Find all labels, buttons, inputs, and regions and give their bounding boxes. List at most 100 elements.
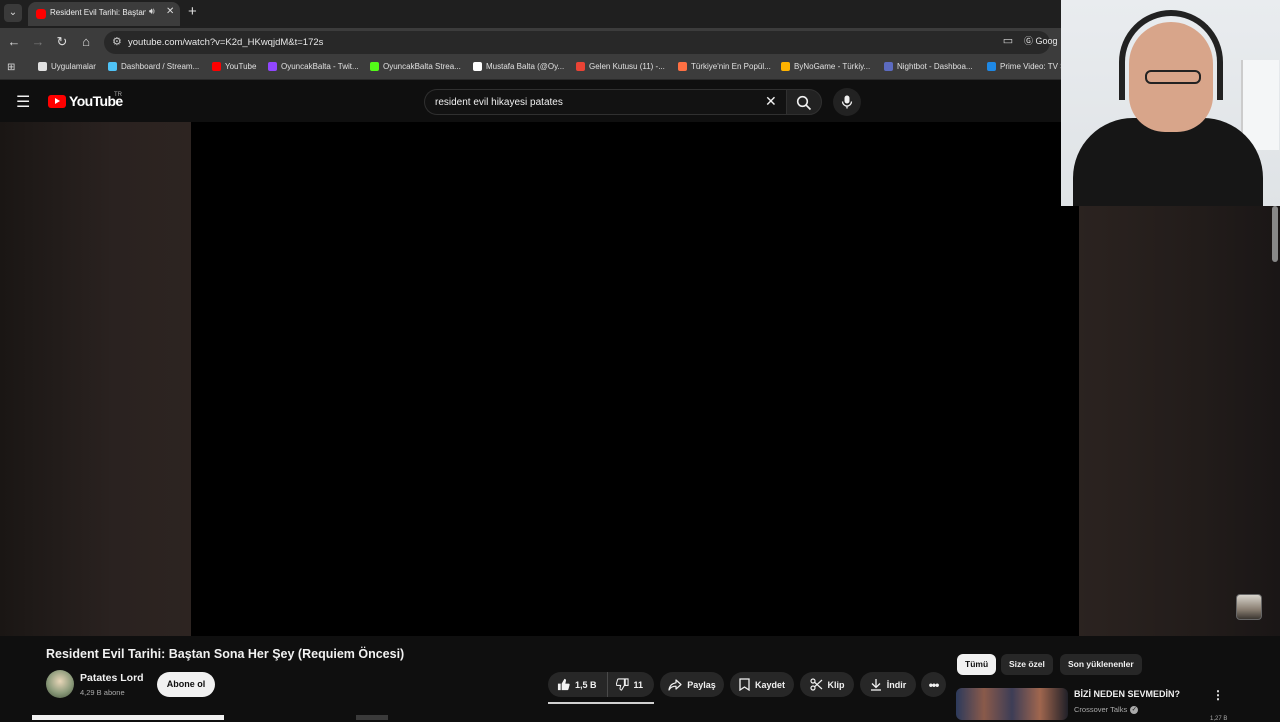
save-button[interactable]: Kaydet [730,672,794,697]
youtube-favicon-icon [36,9,46,19]
search-query-text: resident evil hikayesi patates [435,97,563,108]
bookmark-item[interactable]: Türkiye'nin En Popül... [678,62,771,71]
new-tab-button[interactable]: + [188,3,197,20]
bookmark-favicon-icon [884,62,893,71]
home-icon[interactable]: ⌂ [78,34,94,49]
tab-search-button[interactable]: ⌄ [4,4,22,22]
video-title: Resident Evil Tarihi: Baştan Sona Her Şe… [46,647,405,661]
thumbs-down-icon [615,678,629,691]
save-label: Kaydet [754,679,785,690]
bookmark-label: YouTube [225,62,257,71]
download-icon [870,679,881,691]
like-count: 1,5 B [574,679,597,690]
bookmark-item[interactable]: Dashboard / Stream... [108,62,199,71]
youtube-play-logo-icon [48,94,66,108]
tab-close-icon[interactable]: ✕ [166,6,174,17]
channel-avatar[interactable] [46,670,74,698]
bookmark-label: OyuncakBalta - Twit... [281,62,359,71]
country-code: TR [114,92,122,98]
bookmark-favicon-icon [38,62,47,71]
bookmark-item[interactable]: OyuncakBalta - Twit... [268,62,359,71]
subscriber-count: 4,29 B abone [80,688,125,697]
apps-grid-icon[interactable]: ⊞ [7,62,15,73]
browser-tab-active[interactable]: Resident Evil Tarihi: Baştan Sona Her Şe… [28,2,180,26]
youtube-logo[interactable]: YouTube [48,93,123,109]
bookmark-item[interactable]: OyuncakBalta Strea... [370,62,461,71]
webcam-overlay [1061,0,1280,206]
description-box-edge [32,715,224,720]
recommendation-channel-name: Crossover Talks [1074,705,1128,714]
bookmark-favicon-icon [576,62,585,71]
google-account-button[interactable]: Ⓖ Goog [1024,34,1058,47]
clip-label: Klip [827,679,845,690]
bookmark-item[interactable]: ByNoGame - Türkiy... [781,62,870,71]
bookmark-favicon-icon [212,62,221,71]
bookmark-label: ByNoGame - Türkiy... [794,62,871,71]
description-element-edge [356,715,388,720]
verified-check-icon: ✓ [1130,705,1139,714]
like-button[interactable]: 1,5 B [549,672,608,697]
site-info-icon[interactable]: ⚙ [112,35,122,48]
recommendation-title[interactable]: BİZİ NEDEN SEVMEDİN? [1074,689,1180,699]
reload-icon[interactable]: ↻ [54,34,70,50]
speaker-icon[interactable]: 🔊︎ [149,6,155,17]
cast-icon[interactable]: ▭ [1000,34,1016,47]
dislike-button[interactable]: 11 [608,672,654,697]
share-label: Paylaş [687,679,716,690]
floating-avatar-image[interactable] [1236,594,1262,620]
bookmark-item[interactable]: Uygulamalar [38,62,96,71]
clear-search-icon[interactable]: ✕ [765,93,777,110]
video-player[interactable] [191,122,1079,636]
bookmark-item[interactable]: YouTube [212,62,256,71]
url-text: youtube.com/watch?v=K2d_HKwqjdM&t=172s [128,37,324,48]
recommendation-channel[interactable]: Crossover Talks ✓ [1074,705,1139,714]
bookmark-label: Dashboard / Stream... [121,62,200,71]
recommendation-views: 1,27 B [1210,716,1228,722]
tab-title: Resident Evil Tarihi: Baştan Sona Her Şe… [50,8,146,17]
bookmark-icon [739,678,750,691]
channel-name[interactable]: Patates Lord [80,672,144,684]
bookmark-label: Nightbot - Dashboa... [897,62,973,71]
bookmark-favicon-icon [268,62,277,71]
download-label: İndir [886,679,907,690]
bookmark-label: Gelen Kutusu (11) -... [589,62,665,71]
scissors-icon [809,678,822,691]
bookmark-item[interactable]: Mustafa Balta (@Oy... [473,62,564,71]
bookmark-label: Türkiye'nin En Popül... [691,62,771,71]
recommendation-thumbnail[interactable] [956,688,1068,720]
bookmark-label: Uygulamalar [51,62,96,71]
bookmark-item[interactable]: Gelen Kutusu (11) -... [576,62,665,71]
recommendation-more-icon[interactable]: ⋮ [1212,688,1224,702]
filter-chip[interactable]: Son yüklenenler [1060,654,1142,675]
bookmark-favicon-icon [781,62,790,71]
menu-icon[interactable]: ☰ [16,92,30,112]
clip-button[interactable]: Klip [800,672,854,697]
dislike-count: 11 [633,679,644,690]
microphone-icon [841,95,853,109]
headset-icon [1119,10,1223,100]
search-input[interactable]: resident evil hikayesi patates ✕ [424,89,786,115]
like-dislike-group: 1,5 B 11 [548,672,654,697]
back-icon[interactable]: ← [6,34,22,49]
bookmark-favicon-icon [108,62,117,71]
ambient-glow-right [1079,206,1280,636]
share-button[interactable]: Paylaş [660,672,724,697]
more-actions-button[interactable]: ••• [921,672,946,697]
filter-chip[interactable]: Size özel [1001,654,1053,675]
subscribe-button[interactable]: Abone ol [157,672,215,697]
bookmark-label: Mustafa Balta (@Oy... [486,62,565,71]
bookmark-favicon-icon [370,62,379,71]
search-button[interactable] [786,89,822,115]
download-button[interactable]: İndir [860,672,916,697]
search-icon [796,95,812,111]
filter-chip[interactable]: Tümü [957,654,997,675]
ambient-glow-left [0,122,191,636]
glasses-icon [1145,70,1201,84]
bookmark-favicon-icon [987,62,996,71]
forward-icon[interactable]: → [30,34,46,49]
voice-search-button[interactable] [833,88,861,116]
page-scrollbar[interactable] [1272,206,1278,262]
bookmark-item[interactable]: Nightbot - Dashboa... [884,62,973,71]
address-bar[interactable]: ⚙ youtube.com/watch?v=K2d_HKwqjdM&t=172s [104,31,1050,54]
bookmark-item[interactable]: Prime Video: TV S [987,62,1066,71]
